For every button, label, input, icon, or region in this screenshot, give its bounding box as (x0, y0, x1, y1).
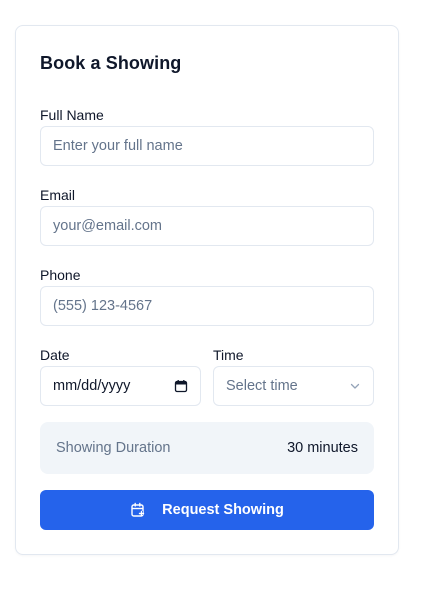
phone-input[interactable]: (555) 123-4567 (40, 286, 374, 326)
chevron-down-icon (349, 380, 361, 392)
calendar-icon[interactable] (174, 379, 188, 393)
time-select[interactable]: Select time (213, 366, 374, 406)
phone-placeholder: (555) 123-4567 (53, 298, 153, 314)
full-name-placeholder: Enter your full name (53, 138, 183, 154)
duration-label: Showing Duration (56, 440, 171, 456)
request-showing-label: Request Showing (162, 502, 284, 518)
email-placeholder: your@email.com (53, 218, 162, 234)
date-placeholder: mm/dd/yyyy (53, 378, 131, 394)
duration-panel: Showing Duration 30 minutes (40, 422, 374, 474)
phone-label: Phone (40, 267, 81, 283)
time-label: Time (213, 347, 244, 363)
calendar-plus-icon (130, 502, 146, 518)
duration-value: 30 minutes (287, 440, 358, 456)
request-showing-button[interactable]: Request Showing (40, 490, 374, 530)
date-input[interactable]: mm/dd/yyyy (40, 366, 201, 406)
full-name-input[interactable]: Enter your full name (40, 126, 374, 166)
date-label: Date (40, 347, 70, 363)
form-title: Book a Showing (40, 53, 182, 73)
booking-card: Book a Showing Full Name Enter your full… (15, 25, 399, 555)
email-label: Email (40, 187, 76, 203)
full-name-label: Full Name (40, 107, 104, 123)
email-input[interactable]: your@email.com (40, 206, 374, 246)
time-placeholder: Select time (226, 378, 298, 394)
